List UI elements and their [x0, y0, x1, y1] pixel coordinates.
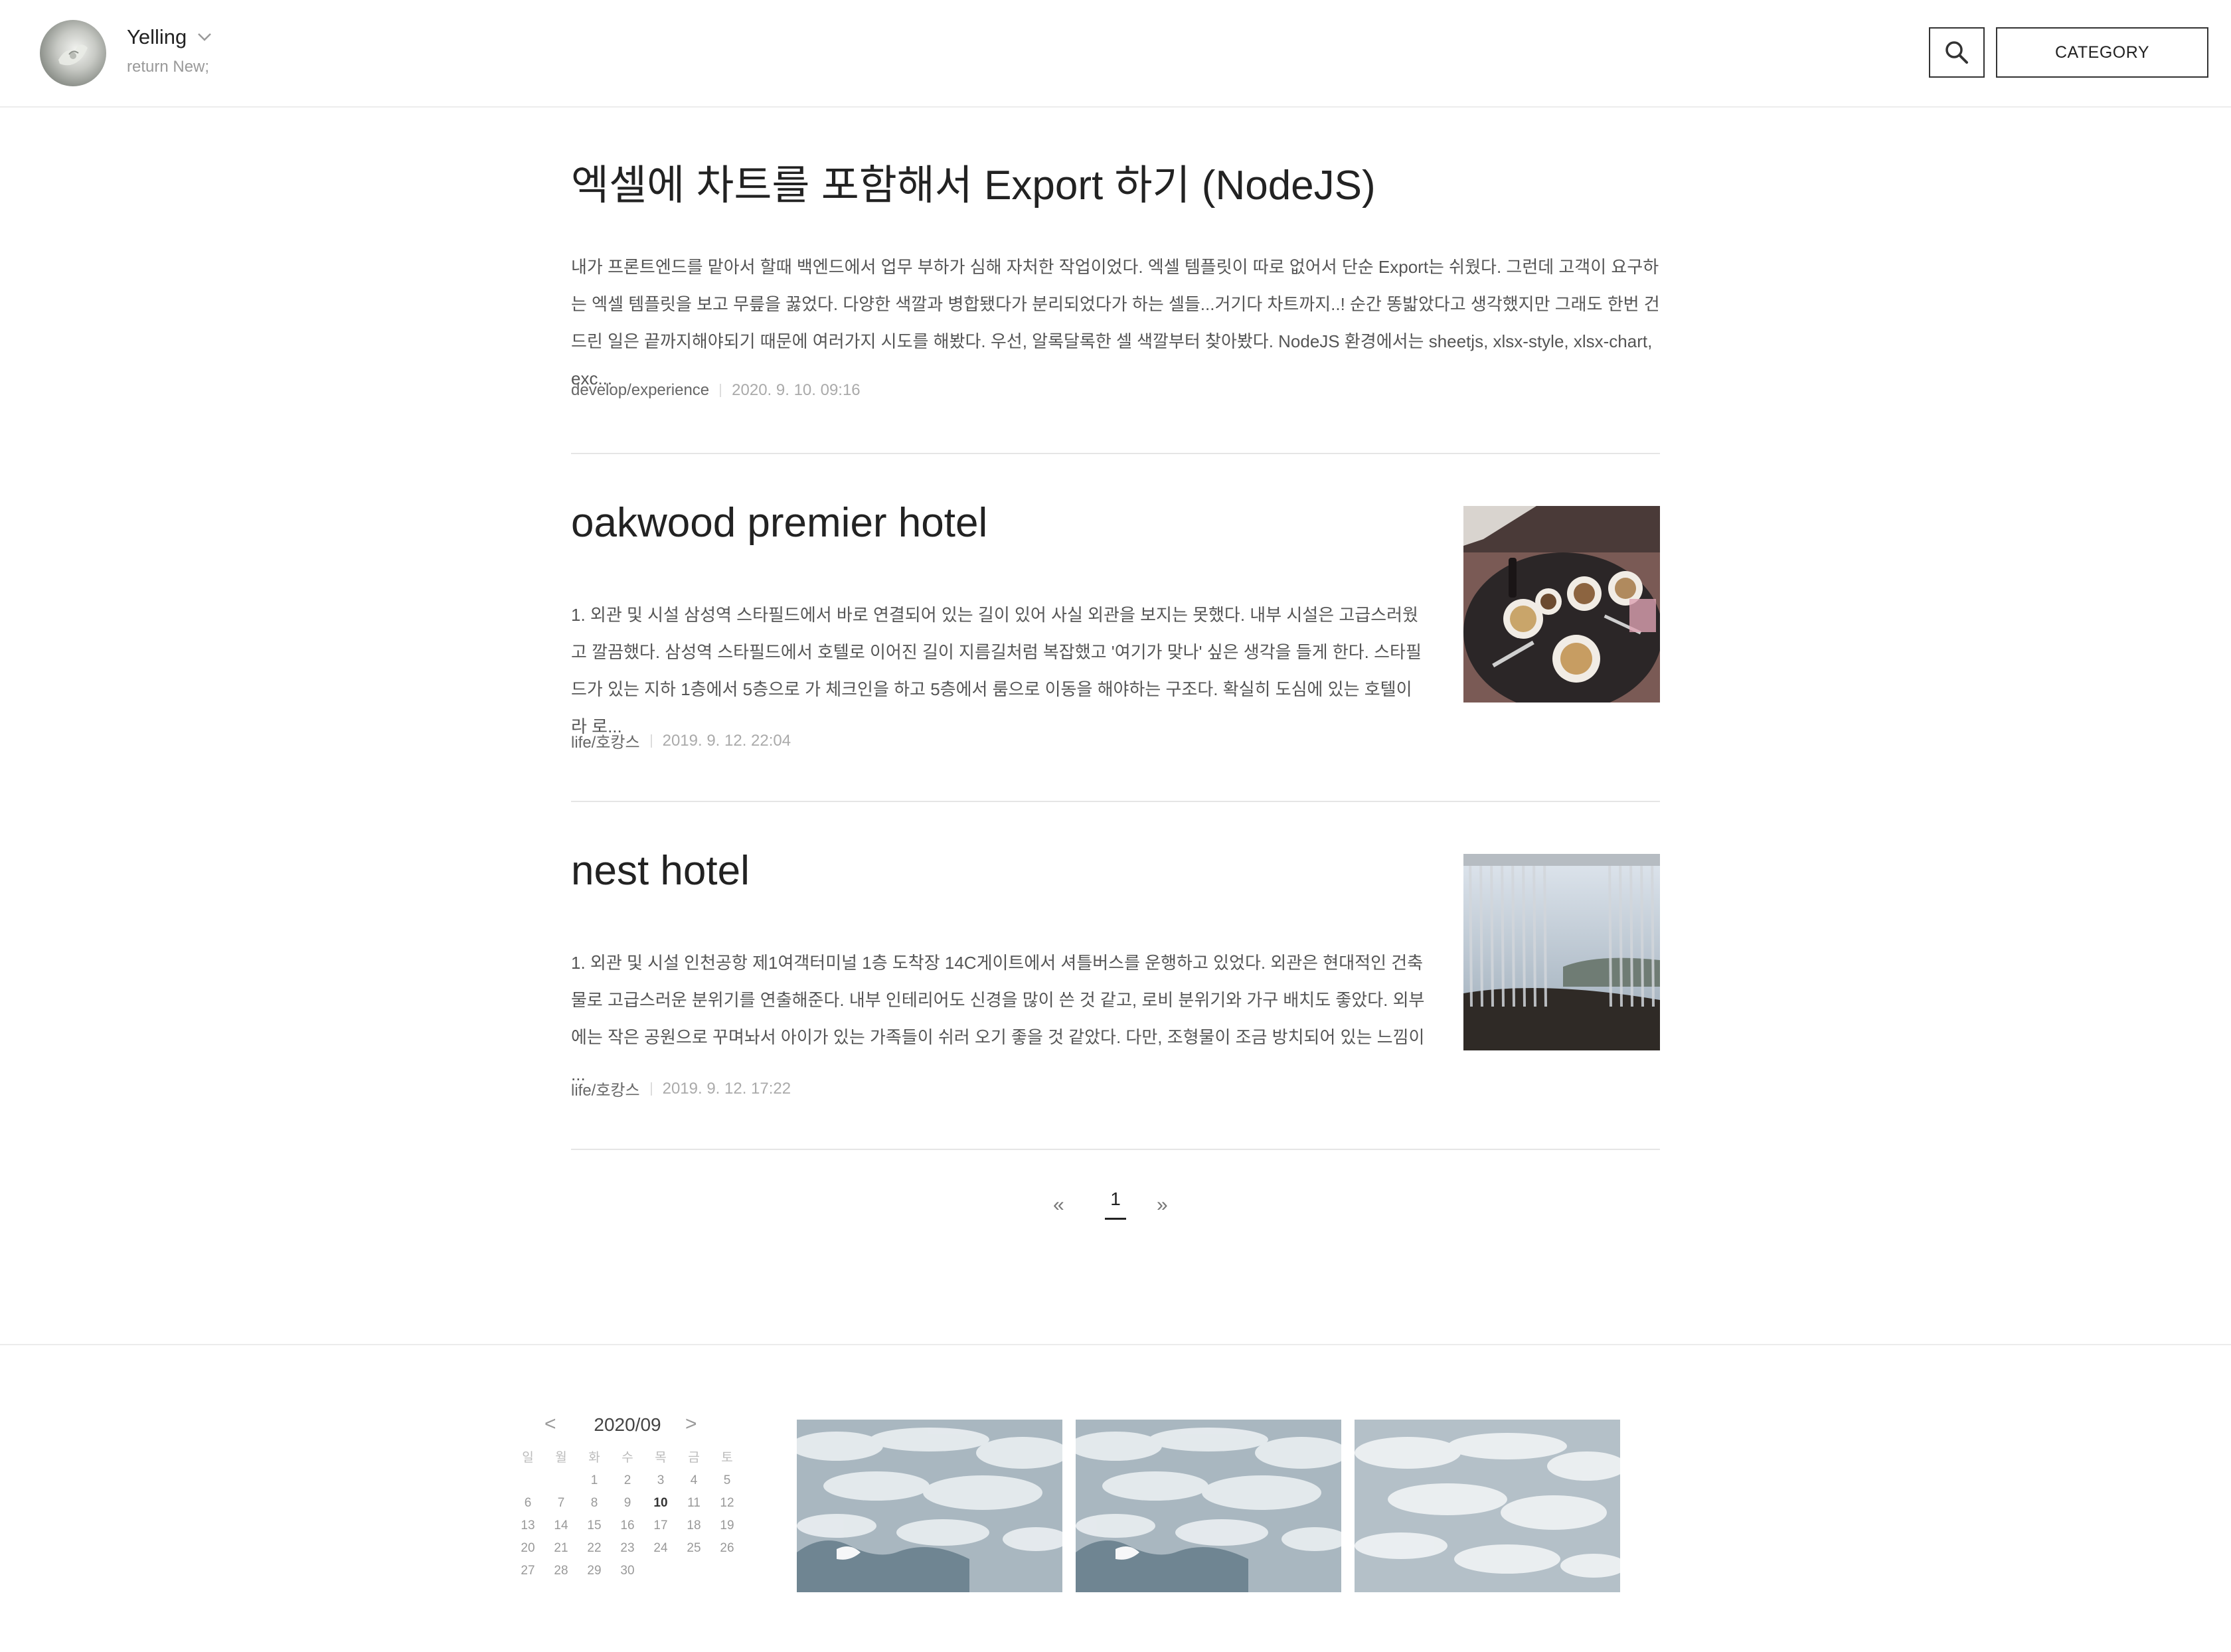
meta-divider: [720, 384, 722, 397]
hotel-window-photo: [1463, 854, 1660, 1050]
calendar-grid: 일 월 화 수 목 금 토 1 2 3 4 5 6 7 8 9 10 11 12 13 14 15 16 17 18 19 20 21…: [511, 1450, 744, 1579]
footer-photo[interactable]: [797, 1420, 1062, 1592]
calendar-weekday: 월: [555, 1451, 567, 1465]
sea-glitter-photo: [1355, 1420, 1620, 1592]
calendar-weekday: 금: [688, 1451, 700, 1465]
post-excerpt[interactable]: 1. 외관 및 시설 인천공항 제1여객터미널 1층 도착장 14C게이트에서 …: [571, 944, 1428, 1093]
footer: < 2020/09 > 일 월 화 수 목 금 토 1 2 3 4 5 6 7 8 9 10 11 12 13 14 15…: [0, 1344, 2231, 1652]
pagination-prev[interactable]: «: [1053, 1194, 1064, 1216]
post-title[interactable]: oakwood premier hotel: [571, 499, 987, 546]
calendar-day[interactable]: 6: [511, 1495, 544, 1511]
post-title[interactable]: nest hotel: [571, 847, 750, 894]
blog-name-label[interactable]: Yelling: [127, 25, 187, 49]
calendar-day[interactable]: 21: [544, 1540, 578, 1556]
meta-divider: [650, 1082, 652, 1096]
calendar-day[interactable]: 8: [578, 1495, 611, 1511]
calendar-empty-cell: [511, 1473, 544, 1489]
calendar-empty-cell: [710, 1563, 744, 1579]
calendar-weekday: 화: [588, 1451, 600, 1465]
calendar-weekday: 목: [655, 1451, 667, 1465]
calendar-day[interactable]: 7: [544, 1495, 578, 1511]
calendar-day[interactable]: 19: [710, 1518, 744, 1534]
calendar-day[interactable]: 27: [511, 1563, 544, 1579]
post-thumbnail[interactable]: [1463, 854, 1660, 1050]
calendar-day[interactable]: 11: [677, 1495, 710, 1511]
calendar-weekday: 토: [721, 1451, 733, 1465]
post-meta: life/호캉스 2019. 9. 12. 17:22: [571, 1077, 791, 1100]
calendar-day[interactable]: 22: [578, 1540, 611, 1556]
pagination-next[interactable]: »: [1157, 1194, 1168, 1216]
post-category[interactable]: develop/experience: [571, 381, 709, 400]
calendar-day[interactable]: 3: [644, 1473, 677, 1489]
category-button[interactable]: CATEGORY: [1996, 27, 2208, 78]
calendar-day[interactable]: 4: [677, 1473, 710, 1489]
calendar-day[interactable]: 20: [511, 1540, 544, 1556]
calendar-prev-month[interactable]: <: [544, 1413, 556, 1436]
calendar-day[interactable]: 9: [611, 1495, 644, 1511]
blog-name[interactable]: Yelling: [127, 25, 212, 49]
calendar-header: < 2020/09 >: [511, 1412, 744, 1438]
meta-divider: [650, 734, 652, 748]
post-item: 엑셀에 차트를 포함해서 Export 하기 (NodeJS) 내가 프론트엔드…: [571, 108, 1660, 454]
sea-glitter-photo: [1076, 1420, 1341, 1592]
pagination: « 1 »: [1036, 1185, 1195, 1224]
calendar-day[interactable]: 13: [511, 1518, 544, 1534]
avatar-image: [58, 44, 88, 66]
calendar-empty-cell: [677, 1563, 710, 1579]
post-item: nest hotel 1. 외관 및 시설 인천공항 제1여객터미널 1층 도착…: [571, 802, 1660, 1150]
calendar-month-title: 2020/09: [594, 1414, 661, 1435]
calendar-weekday: 일: [522, 1451, 534, 1465]
post-date: 2020. 9. 10. 09:16: [732, 381, 861, 399]
calendar-day[interactable]: 5: [710, 1473, 744, 1489]
post-date: 2019. 9. 12. 17:22: [662, 1079, 791, 1098]
calendar-day[interactable]: 29: [578, 1563, 611, 1579]
avatar[interactable]: [40, 20, 106, 86]
post-date: 2019. 9. 12. 22:04: [662, 731, 791, 750]
calendar-weekday: 수: [621, 1451, 633, 1465]
calendar-day[interactable]: 25: [677, 1540, 710, 1556]
post-thumbnail[interactable]: [1463, 506, 1660, 702]
post-category[interactable]: life/호캉스: [571, 729, 640, 752]
calendar-day[interactable]: 26: [710, 1540, 744, 1556]
footer-photo[interactable]: [1355, 1420, 1620, 1592]
calendar-day[interactable]: 17: [644, 1518, 677, 1534]
calendar-day[interactable]: 16: [611, 1518, 644, 1534]
calendar-day[interactable]: 1: [578, 1473, 611, 1489]
post-item: oakwood premier hotel 1. 외관 및 시설 삼성역 스타필…: [571, 454, 1660, 802]
calendar-day[interactable]: 18: [677, 1518, 710, 1534]
post-meta: develop/experience 2020. 9. 10. 09:16: [571, 381, 861, 400]
post-meta: life/호캉스 2019. 9. 12. 22:04: [571, 729, 791, 752]
hotel-dinner-photo: [1463, 506, 1660, 702]
calendar-day[interactable]: 12: [710, 1495, 744, 1511]
post-title[interactable]: 엑셀에 차트를 포함해서 Export 하기 (NodeJS): [571, 151, 1376, 211]
footer-photo[interactable]: [1076, 1420, 1341, 1592]
blog-description: return New;: [127, 58, 210, 76]
post-category[interactable]: life/호캉스: [571, 1077, 640, 1100]
blog-page: Yelling return New; CATEGORY 엑셀에 차트를 포함해…: [0, 0, 2231, 1652]
pagination-page-current[interactable]: 1: [1105, 1189, 1126, 1220]
search-icon: [1945, 41, 1968, 64]
search-button[interactable]: [1929, 27, 1985, 78]
calendar-day[interactable]: 14: [544, 1518, 578, 1534]
calendar-next-month[interactable]: >: [685, 1413, 697, 1436]
calendar-day[interactable]: 2: [611, 1473, 644, 1489]
calendar-day[interactable]: 10: [644, 1495, 677, 1511]
calendar-empty-cell: [644, 1563, 677, 1579]
chevron-down-icon[interactable]: [197, 33, 212, 42]
header: Yelling return New; CATEGORY: [0, 0, 2231, 108]
calendar-day[interactable]: 28: [544, 1563, 578, 1579]
calendar-day[interactable]: 23: [611, 1540, 644, 1556]
sea-glitter-photo: [797, 1420, 1062, 1592]
calendar-day[interactable]: 30: [611, 1563, 644, 1579]
post-excerpt[interactable]: 1. 외관 및 시설 삼성역 스타필드에서 바로 연결되어 있는 길이 있어 사…: [571, 596, 1428, 745]
calendar-day[interactable]: 24: [644, 1540, 677, 1556]
calendar-empty-cell: [544, 1473, 578, 1489]
calendar-day[interactable]: 15: [578, 1518, 611, 1534]
post-excerpt[interactable]: 내가 프론트엔드를 맡아서 할때 백엔드에서 업무 부하가 심해 자처한 작업이…: [571, 248, 1660, 397]
